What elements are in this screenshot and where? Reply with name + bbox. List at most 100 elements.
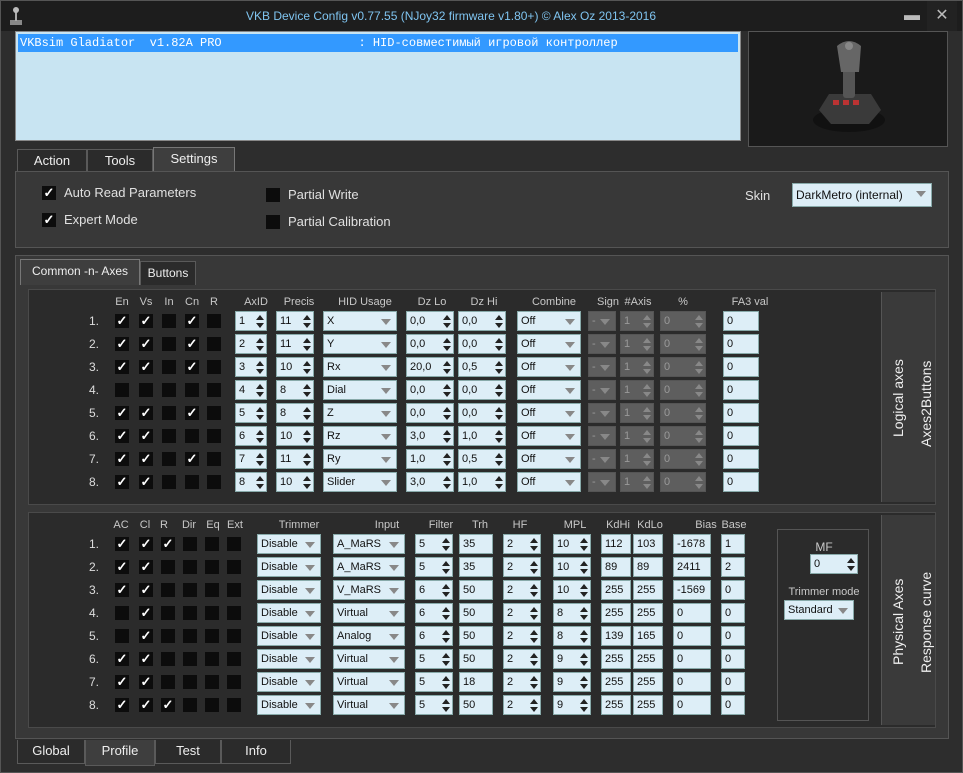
axid-stepper[interactable]: 6 bbox=[235, 426, 267, 446]
axid-stepper[interactable]: 7 bbox=[235, 449, 267, 469]
base-field[interactable]: 2 bbox=[721, 557, 745, 577]
physical-checkbox[interactable] bbox=[227, 560, 241, 574]
tab-buttons[interactable]: Buttons bbox=[140, 261, 196, 285]
kdlo-field[interactable]: 255 bbox=[633, 580, 663, 600]
axid-stepper[interactable]: 2 bbox=[235, 334, 267, 354]
axid-stepper[interactable]: 1 bbox=[235, 311, 267, 331]
kdlo-field[interactable]: 103 bbox=[633, 534, 663, 554]
deadzone-hi-stepper[interactable]: 0,5 bbox=[458, 449, 506, 469]
deadzone-hi-stepper[interactable]: 0,0 bbox=[458, 380, 506, 400]
logical-checkbox[interactable] bbox=[207, 314, 221, 328]
physical-checkbox[interactable] bbox=[205, 560, 219, 574]
input-select[interactable]: Analog bbox=[333, 626, 405, 646]
precision-stepper[interactable]: 8 bbox=[276, 380, 314, 400]
threshold-field[interactable]: 50 bbox=[459, 580, 493, 600]
auto-read-checkbox[interactable]: ✓ bbox=[42, 186, 56, 200]
precision-stepper[interactable]: 10 bbox=[276, 472, 314, 492]
physical-checkbox[interactable]: ✓ bbox=[161, 537, 175, 551]
precision-stepper[interactable]: 10 bbox=[276, 357, 314, 377]
physical-checkbox[interactable] bbox=[115, 629, 129, 643]
logical-checkbox[interactable] bbox=[207, 475, 221, 489]
tab-axes2buttons[interactable]: Axes2Buttons bbox=[918, 361, 934, 447]
kdlo-field[interactable]: 255 bbox=[633, 649, 663, 669]
kdhi-field[interactable]: 139 bbox=[601, 626, 631, 646]
deadzone-hi-stepper[interactable]: 0,0 bbox=[458, 403, 506, 423]
precision-stepper[interactable]: 10 bbox=[276, 426, 314, 446]
physical-checkbox[interactable] bbox=[183, 698, 197, 712]
logical-checkbox[interactable]: ✓ bbox=[115, 337, 129, 351]
physical-checkbox[interactable]: ✓ bbox=[115, 675, 129, 689]
deadzone-lo-stepper[interactable]: 0,0 bbox=[406, 334, 454, 354]
combine-select[interactable]: Off bbox=[517, 334, 581, 354]
logical-checkbox[interactable]: ✓ bbox=[185, 406, 199, 420]
physical-checkbox[interactable] bbox=[205, 606, 219, 620]
physical-checkbox[interactable]: ✓ bbox=[115, 537, 129, 551]
axid-stepper[interactable]: 4 bbox=[235, 380, 267, 400]
kdlo-field[interactable]: 255 bbox=[633, 695, 663, 715]
deadzone-hi-stepper[interactable]: 0,0 bbox=[458, 311, 506, 331]
logical-checkbox[interactable]: ✓ bbox=[139, 429, 153, 443]
filter-stepper[interactable]: 5 bbox=[415, 649, 453, 669]
physical-checkbox[interactable] bbox=[183, 583, 197, 597]
trimmer-select[interactable]: Disable bbox=[257, 626, 321, 646]
logical-checkbox[interactable]: ✓ bbox=[139, 452, 153, 466]
mpl-stepper[interactable]: 9 bbox=[553, 672, 591, 692]
combine-select[interactable]: Off bbox=[517, 380, 581, 400]
kdlo-field[interactable]: 165 bbox=[633, 626, 663, 646]
physical-checkbox[interactable]: ✓ bbox=[139, 629, 153, 643]
physical-checkbox[interactable] bbox=[205, 698, 219, 712]
hid-usage-select[interactable]: Z bbox=[323, 403, 397, 423]
physical-checkbox[interactable]: ✓ bbox=[115, 583, 129, 597]
physical-checkbox[interactable] bbox=[161, 652, 175, 666]
tab-settings[interactable]: Settings bbox=[153, 147, 235, 173]
kdhi-field[interactable]: 255 bbox=[601, 580, 631, 600]
deadzone-hi-stepper[interactable]: 1,0 bbox=[458, 426, 506, 446]
logical-checkbox[interactable] bbox=[162, 314, 176, 328]
fa3-value-field[interactable]: 0 bbox=[723, 357, 759, 377]
physical-checkbox[interactable] bbox=[161, 560, 175, 574]
combine-select[interactable]: Off bbox=[517, 357, 581, 377]
kdhi-field[interactable]: 255 bbox=[601, 603, 631, 623]
fa3-value-field[interactable]: 0 bbox=[723, 449, 759, 469]
physical-checkbox[interactable]: ✓ bbox=[139, 675, 153, 689]
logical-checkbox[interactable] bbox=[162, 475, 176, 489]
device-list[interactable]: VKBsim Gladiator v1.82A PRO : HID-совмес… bbox=[15, 31, 741, 141]
physical-checkbox[interactable]: ✓ bbox=[139, 698, 153, 712]
filter-stepper[interactable]: 5 bbox=[415, 557, 453, 577]
base-field[interactable]: 0 bbox=[721, 672, 745, 692]
physical-checkbox[interactable] bbox=[205, 583, 219, 597]
bias-field[interactable]: -1569 bbox=[673, 580, 711, 600]
physical-checkbox[interactable]: ✓ bbox=[139, 583, 153, 597]
physical-checkbox[interactable] bbox=[205, 629, 219, 643]
hf-stepper[interactable]: 2 bbox=[503, 695, 541, 715]
deadzone-lo-stepper[interactable]: 3,0 bbox=[406, 426, 454, 446]
physical-checkbox[interactable] bbox=[161, 606, 175, 620]
logical-checkbox[interactable] bbox=[207, 383, 221, 397]
deadzone-lo-stepper[interactable]: 20,0 bbox=[406, 357, 454, 377]
physical-checkbox[interactable] bbox=[183, 675, 197, 689]
kdhi-field[interactable]: 89 bbox=[601, 557, 631, 577]
logical-checkbox[interactable]: ✓ bbox=[185, 452, 199, 466]
kdhi-field[interactable]: 255 bbox=[601, 649, 631, 669]
physical-checkbox[interactable] bbox=[161, 629, 175, 643]
fa3-value-field[interactable]: 0 bbox=[723, 403, 759, 423]
logical-checkbox[interactable] bbox=[185, 383, 199, 397]
mpl-stepper[interactable]: 10 bbox=[553, 557, 591, 577]
deadzone-lo-stepper[interactable]: 0,0 bbox=[406, 403, 454, 423]
physical-checkbox[interactable] bbox=[227, 583, 241, 597]
threshold-field[interactable]: 50 bbox=[459, 626, 493, 646]
filter-stepper[interactable]: 5 bbox=[415, 695, 453, 715]
physical-checkbox[interactable] bbox=[227, 629, 241, 643]
trimmer-select[interactable]: Disable bbox=[257, 534, 321, 554]
combine-select[interactable]: Off bbox=[517, 472, 581, 492]
logical-checkbox[interactable]: ✓ bbox=[115, 452, 129, 466]
trimmer-select[interactable]: Disable bbox=[257, 603, 321, 623]
combine-select[interactable]: Off bbox=[517, 426, 581, 446]
logical-checkbox[interactable]: ✓ bbox=[115, 314, 129, 328]
axid-stepper[interactable]: 8 bbox=[235, 472, 267, 492]
fa3-value-field[interactable]: 0 bbox=[723, 380, 759, 400]
hid-usage-select[interactable]: Y bbox=[323, 334, 397, 354]
trimmer-select[interactable]: Disable bbox=[257, 580, 321, 600]
tab-info[interactable]: Info bbox=[221, 740, 291, 764]
kdhi-field[interactable]: 255 bbox=[601, 695, 631, 715]
